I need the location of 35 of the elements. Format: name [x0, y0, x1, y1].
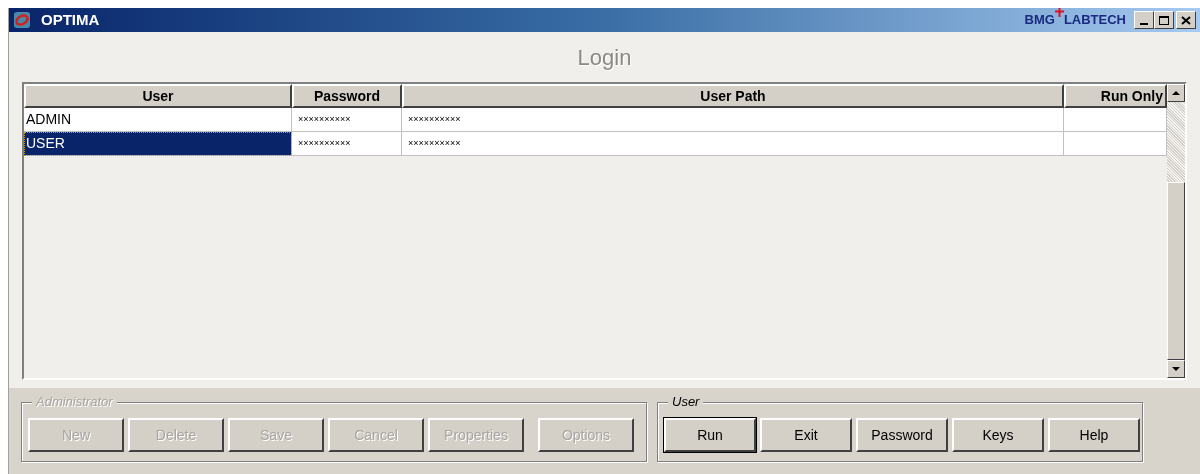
table-cell[interactable]: ××××××××××	[402, 108, 1064, 132]
minimize-icon	[1140, 23, 1148, 25]
cross-icon	[1054, 8, 1064, 18]
column-header[interactable]: Run Only	[1064, 84, 1167, 108]
column-header[interactable]: Password	[292, 84, 402, 108]
action-button[interactable]: Keys	[952, 418, 1044, 452]
maximize-button[interactable]	[1154, 11, 1174, 29]
window-title: OPTIMA	[41, 9, 100, 30]
table-cell[interactable]: USER	[24, 132, 292, 156]
column-header[interactable]: User	[24, 84, 292, 108]
table-cell[interactable]: ××××××××××	[292, 132, 402, 156]
table-cell[interactable]	[1064, 132, 1167, 156]
action-button[interactable]: Run	[664, 418, 756, 452]
scrollbar[interactable]	[1167, 84, 1185, 378]
login-heading: Login	[576, 44, 633, 72]
minimize-button[interactable]	[1134, 11, 1154, 29]
down-arrow-icon	[1172, 367, 1180, 371]
brand-text: BMG	[1024, 11, 1055, 30]
close-icon	[1181, 15, 1191, 25]
table-cell[interactable]	[1064, 108, 1167, 132]
scroll-down-button[interactable]	[1167, 360, 1185, 378]
column-header[interactable]: User Path	[402, 84, 1064, 108]
up-arrow-icon	[1172, 91, 1180, 95]
scroll-thumb[interactable]	[1167, 182, 1185, 360]
scroll-up-button[interactable]	[1167, 84, 1185, 102]
brand-text: LABTECH	[1063, 11, 1126, 30]
action-button[interactable]: Password	[856, 418, 948, 452]
table-cell[interactable]: ××××××××××	[292, 108, 402, 132]
action-button[interactable]: Exit	[760, 418, 852, 452]
app-logo-icon	[13, 11, 31, 29]
close-button[interactable]	[1176, 11, 1196, 29]
table-cell[interactable]: ××××××××××	[402, 132, 1064, 156]
action-button[interactable]: Help	[1048, 418, 1140, 452]
maximize-icon	[1159, 15, 1169, 25]
table-cell[interactable]: ADMIN	[24, 108, 292, 132]
